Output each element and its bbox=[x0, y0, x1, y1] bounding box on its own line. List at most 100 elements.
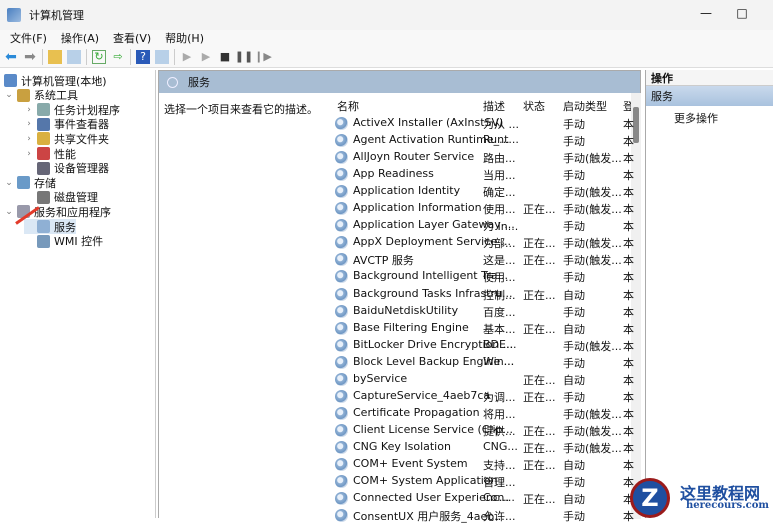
service-gear-icon bbox=[335, 372, 348, 386]
tree-item[interactable]: 设备管理器 bbox=[24, 161, 109, 176]
maximize-button[interactable]: □ bbox=[732, 6, 752, 24]
column-header-name[interactable]: 名称 bbox=[337, 98, 359, 114]
service-row[interactable]: ConsentUX 用户服务_4aeb... 允许... 手动本 bbox=[329, 507, 634, 524]
tree-item[interactable]: › 共享文件夹 bbox=[24, 131, 109, 146]
service-name: CaptureService_4aeb7ca bbox=[353, 388, 491, 402]
tree-node-icon bbox=[37, 190, 50, 204]
tree-item-label: 任务计划程序 bbox=[54, 103, 120, 117]
menu-file[interactable]: 文件(F) bbox=[10, 30, 47, 46]
service-startup-type: 手动(触发... bbox=[563, 152, 622, 166]
service-logon: 本 bbox=[623, 203, 634, 217]
menu-action[interactable]: 操作(A) bbox=[61, 30, 99, 46]
service-description: 为调... bbox=[483, 390, 516, 404]
service-row[interactable]: AllJoyn Router Service 路由... 手动(触发... 本 bbox=[329, 149, 634, 166]
service-gear-icon bbox=[335, 151, 348, 165]
tree-item[interactable]: ⌄ 存储 bbox=[4, 175, 56, 190]
tree-node-icon bbox=[37, 220, 50, 233]
column-header-status[interactable]: 状态 bbox=[523, 98, 545, 114]
service-row[interactable]: Certificate Propagation 将用... 手动(触发... 本 bbox=[329, 405, 634, 422]
restart-service-icon[interactable]: ❙▶ bbox=[254, 50, 272, 64]
refresh-icon[interactable]: ↻ bbox=[92, 49, 106, 64]
service-gear-icon bbox=[335, 440, 348, 454]
service-description: 选择一个项目来查看它的描述。 bbox=[164, 103, 318, 116]
tree-item[interactable]: ⌄ 系统工具 bbox=[4, 88, 78, 103]
service-row[interactable]: Application Identity 确定... 手动(触发... 本 bbox=[329, 183, 634, 200]
service-name: COM+ System Application bbox=[353, 474, 498, 488]
service-row[interactable]: Application Layer Gateway ... 为 In... 手动本 bbox=[329, 217, 634, 234]
service-row[interactable]: CNG Key Isolation CNG... 正在... 手动(触发... 本 bbox=[329, 439, 634, 456]
minimize-button[interactable]: — bbox=[696, 6, 716, 24]
help-icon[interactable]: ? bbox=[136, 49, 150, 64]
chevron-icon[interactable]: › bbox=[24, 149, 34, 159]
start-service-alt-icon[interactable]: ▶ bbox=[199, 50, 213, 64]
service-row[interactable]: Base Filtering Engine 基本... 正在... 自动 本 bbox=[329, 320, 634, 337]
menu-help[interactable]: 帮助(H) bbox=[165, 30, 204, 46]
stop-service-icon[interactable]: ■ bbox=[218, 50, 232, 64]
service-row[interactable]: CaptureService_4aeb7ca 为调... 正在... 手动 本 bbox=[329, 388, 634, 405]
chevron-icon[interactable]: › bbox=[24, 105, 34, 115]
column-header-startup-type[interactable]: 启动类型 bbox=[563, 98, 607, 114]
service-row[interactable]: byService 正在... 自动 本 bbox=[329, 371, 634, 388]
service-status: 正在... bbox=[523, 322, 556, 336]
service-description: 使用... bbox=[483, 203, 516, 217]
service-description: 提供... bbox=[483, 424, 516, 438]
service-row[interactable]: AVCTP 服务 这是... 正在... 手动(触发... 本 bbox=[329, 251, 634, 268]
service-row[interactable]: Background Intelligent Tra... 使用... 手动本 bbox=[329, 268, 634, 285]
service-row[interactable]: COM+ System Application 管理... 手动本 bbox=[329, 473, 634, 490]
column-header-description[interactable]: 描述 bbox=[483, 98, 505, 114]
chevron-icon[interactable]: › bbox=[24, 119, 34, 129]
chevron-icon[interactable]: › bbox=[24, 134, 34, 144]
tree-item[interactable]: 磁盘管理 bbox=[24, 190, 98, 205]
tree-item[interactable]: › 任务计划程序 bbox=[24, 102, 120, 117]
tree-item[interactable]: › 事件查看器 bbox=[24, 117, 109, 132]
service-gear-icon bbox=[335, 270, 348, 284]
tree-item[interactable]: 计算机管理(本地) bbox=[4, 73, 107, 88]
menu-view[interactable]: 查看(V) bbox=[113, 30, 151, 46]
service-row[interactable]: COM+ Event System 支持... 正在... 自动 本 bbox=[329, 456, 634, 473]
service-startup-type: 自动 bbox=[563, 493, 585, 507]
service-gear-icon bbox=[335, 168, 348, 182]
service-row[interactable]: BaiduNetdiskUtility 百度... 手动 本 bbox=[329, 303, 634, 320]
more-actions-link[interactable]: 更多操作 bbox=[646, 110, 773, 126]
service-row[interactable]: App Readiness 当用... 手动 本 bbox=[329, 166, 634, 183]
forward-icon[interactable]: ➡ bbox=[23, 49, 37, 65]
service-description: CNG... bbox=[483, 439, 518, 453]
service-name: Application Identity bbox=[353, 184, 461, 198]
pause-service-icon[interactable]: ❚❚ bbox=[235, 50, 253, 64]
service-startup-type: 手动(触发... bbox=[563, 254, 622, 268]
tree-item-label: 事件查看器 bbox=[54, 118, 109, 132]
back-icon[interactable]: ⬅ bbox=[4, 49, 18, 65]
service-row[interactable]: Connected User Experienc... Con... 正在... 自动… bbox=[329, 490, 634, 507]
tree-item[interactable]: WMI 控件 bbox=[24, 234, 103, 249]
service-gear-icon bbox=[335, 509, 348, 523]
chevron-icon[interactable]: ⌄ bbox=[4, 178, 14, 188]
tree-item[interactable]: 服务 bbox=[24, 219, 76, 234]
service-row[interactable]: BitLocker Drive Encryption ... BDE... 手动(触… bbox=[329, 337, 634, 354]
service-row[interactable]: ActiveX Installer (AxInstSV) 为从 ... 手动 本 bbox=[329, 115, 634, 132]
service-name: App Readiness bbox=[353, 167, 434, 181]
service-startup-type: 手动 bbox=[563, 476, 585, 490]
service-row[interactable]: Background Tasks Infrastru... 控制... 正在... 自… bbox=[329, 286, 634, 303]
service-name: byService bbox=[353, 371, 408, 385]
show-hide-tree-icon[interactable] bbox=[67, 49, 81, 64]
actions-section-services[interactable]: 服务 bbox=[646, 86, 773, 106]
service-gear-icon bbox=[335, 475, 348, 489]
service-row[interactable]: Client License Service (Clip... 提供... 正在..… bbox=[329, 422, 634, 439]
chevron-icon[interactable]: ⌄ bbox=[4, 207, 14, 217]
tree-item-label: WMI 控件 bbox=[54, 235, 104, 249]
service-row[interactable]: Application Information 使用... 正在... 手动(触发..… bbox=[329, 200, 634, 217]
service-row[interactable]: AppX Deployment Service ... 为部... 正在... 手动(… bbox=[329, 234, 634, 251]
service-row[interactable]: Block Level Backup Engine ... Win... 手动本 bbox=[329, 354, 634, 371]
service-gear-icon bbox=[335, 117, 348, 130]
start-service-icon[interactable]: ▶ bbox=[180, 50, 194, 64]
service-logon: 本 bbox=[623, 254, 634, 268]
up-folder-icon[interactable] bbox=[48, 49, 62, 64]
service-description: 管理... bbox=[483, 476, 516, 490]
tree-item[interactable]: › 性能 bbox=[24, 146, 76, 161]
chevron-icon[interactable]: ⌄ bbox=[4, 90, 14, 100]
service-gear-icon bbox=[335, 492, 348, 506]
service-row[interactable]: Agent Activation Runtime_... Runt... 手动本 bbox=[329, 132, 634, 149]
tree-node-icon bbox=[17, 88, 30, 102]
export-list-icon[interactable]: ⇨ bbox=[111, 50, 125, 64]
properties-icon[interactable] bbox=[155, 49, 169, 64]
